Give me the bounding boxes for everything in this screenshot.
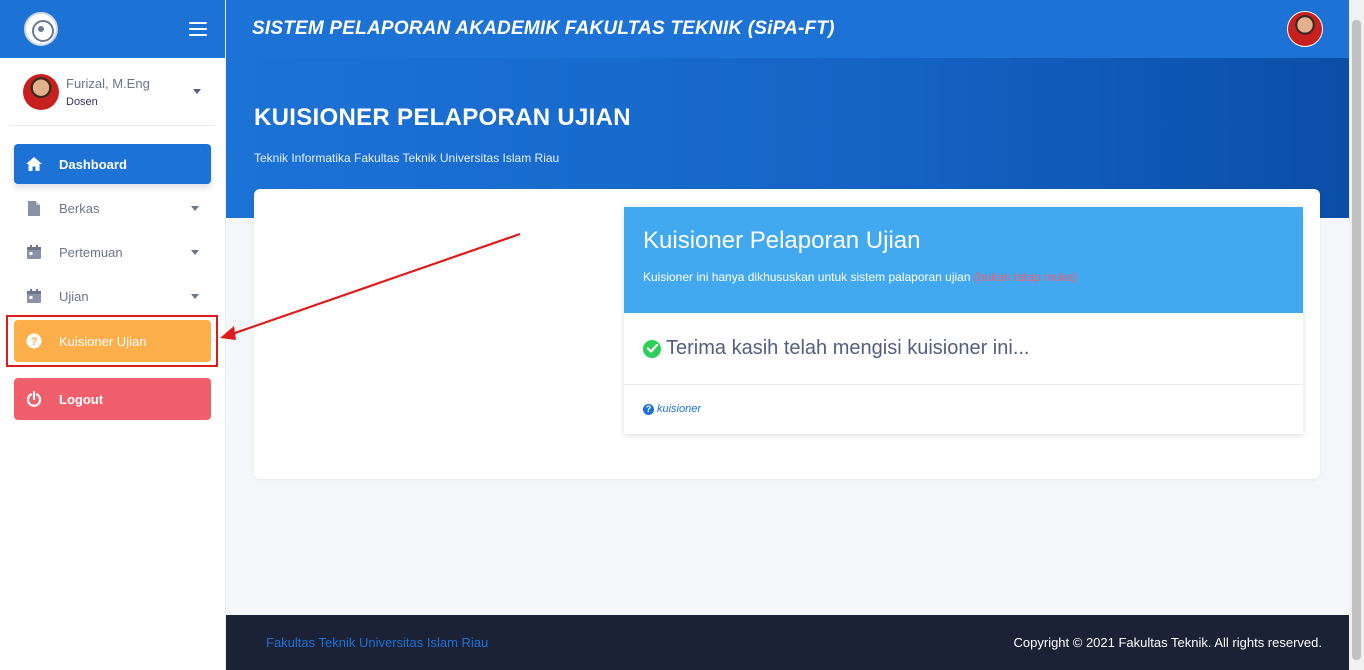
chevron-down-icon: [191, 293, 199, 299]
copyright-text: Copyright © 2021 Fakultas Teknik. All ri…: [1013, 635, 1322, 650]
chevron-down-icon: [191, 205, 199, 211]
description-note: (bukan tatap muka): [973, 270, 1078, 284]
description-text: Kuisioner ini hanya dikhususkan untuk si…: [643, 270, 971, 284]
footer-link[interactable]: Fakultas Teknik Universitas Islam Riau: [266, 635, 488, 650]
questionnaire-header: Kuisioner Pelaporan Ujian Kuisioner ini …: [624, 207, 1303, 313]
user-name: Furizal, M.Eng: [66, 75, 150, 91]
sidebar-item-dashboard[interactable]: Dashboard: [14, 144, 211, 184]
page-title: KUISIONER PELAPORAN UJIAN: [254, 104, 631, 131]
questionnaire-title: Kuisioner Pelaporan Ujian: [643, 227, 921, 254]
sidebar-item-berkas[interactable]: Berkas: [14, 188, 211, 228]
sidebar-item-kuisioner-ujian[interactable]: ? Kuisioner Ujian: [14, 320, 211, 362]
calendar-icon: [24, 286, 44, 306]
check-circle-icon: [643, 339, 661, 358]
sidebar-item-ujian[interactable]: Ujian: [14, 276, 211, 316]
sidebar-item-label: Dashboard: [59, 156, 127, 172]
user-role: Dosen: [66, 95, 98, 108]
top-navbar: SISTEM PELAPORAN AKADEMIK FAKULTAS TEKNI…: [226, 0, 1349, 58]
page-footer: Fakultas Teknik Universitas Islam Riau C…: [226, 615, 1349, 670]
avatar: [23, 73, 59, 110]
sidebar: Furizal, M.Eng Dosen Dashboard Berkas Pe…: [0, 0, 226, 670]
avatar[interactable]: [1287, 11, 1323, 47]
svg-text:?: ?: [31, 336, 38, 348]
app-title: SISTEM PELAPORAN AKADEMIK FAKULTAS TEKNI…: [252, 18, 835, 39]
menu-toggle-icon[interactable]: [189, 22, 207, 36]
questionnaire-card: Kuisioner Pelaporan Ujian Kuisioner ini …: [624, 207, 1303, 434]
sidebar-item-pertemuan[interactable]: Pertemuan: [14, 232, 211, 272]
sidebar-item-label: Ujian: [59, 288, 89, 304]
chevron-down-icon: [191, 249, 199, 255]
sidebar-header: [0, 0, 225, 58]
kuisioner-link[interactable]: kuisioner: [657, 403, 701, 415]
page-subtitle: Teknik Informatika Fakultas Teknik Unive…: [254, 151, 560, 165]
question-circle-icon: ?: [24, 331, 44, 351]
file-icon: [24, 198, 44, 218]
scrollbar-thumb[interactable]: [1352, 20, 1361, 660]
home-icon: [24, 154, 44, 174]
sidebar-item-label: Pertemuan: [59, 244, 123, 260]
power-icon: [24, 389, 44, 409]
sidebar-item-label: Berkas: [59, 200, 100, 216]
university-logo[interactable]: [24, 12, 58, 46]
question-circle-icon: ?: [643, 403, 654, 415]
sidebar-nav: Dashboard Berkas Pertemuan Ujian ? Kuisi…: [0, 126, 225, 420]
sidebar-item-label: Kuisioner Ujian: [59, 333, 147, 349]
scrollbar[interactable]: [1349, 0, 1364, 670]
questionnaire-footer: ? kuisioner: [624, 385, 1303, 433]
questionnaire-description: Kuisioner ini hanya dikhususkan untuk si…: [643, 270, 1284, 284]
sidebar-item-label: Logout: [59, 391, 104, 407]
calendar-icon: [24, 242, 44, 262]
logout-button[interactable]: Logout: [14, 378, 211, 420]
success-message: Terima kasih telah mengisi kuisioner ini…: [666, 337, 1030, 359]
chevron-down-icon[interactable]: [193, 89, 201, 94]
questionnaire-body: Terima kasih telah mengisi kuisioner ini…: [624, 313, 1303, 385]
user-menu[interactable]: Furizal, M.Eng Dosen: [10, 58, 215, 126]
